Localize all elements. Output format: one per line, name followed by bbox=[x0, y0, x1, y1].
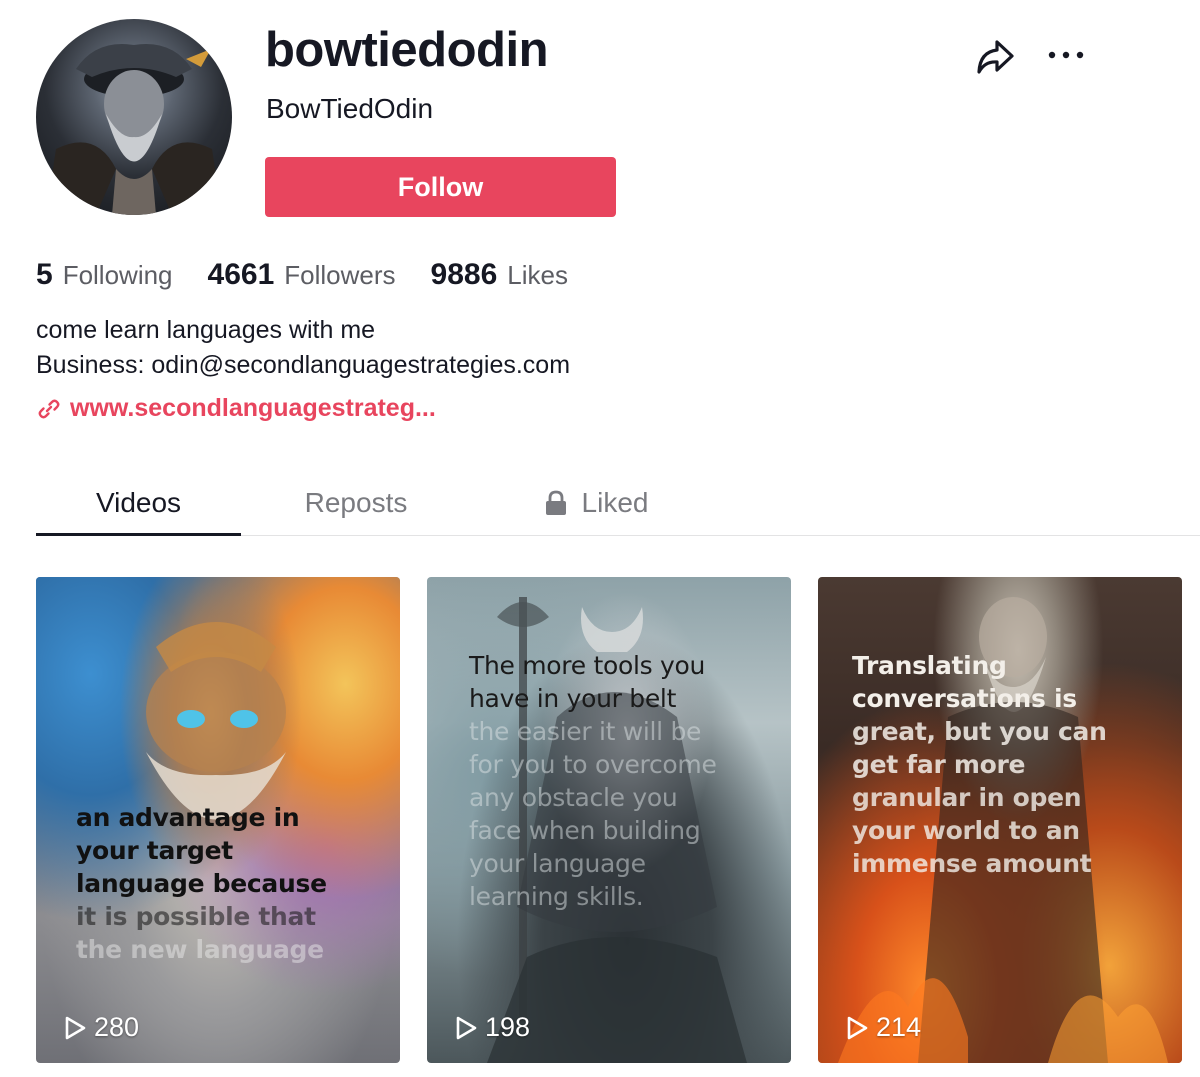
nickname: BowTiedOdin bbox=[266, 93, 434, 124]
stats-row: 5 Following 4661 Followers 9886 Likes bbox=[36, 257, 603, 293]
profile-page: bowtiedodin BowTiedOdin Follow 5 Followi… bbox=[0, 0, 1200, 1077]
caption-line: any obstacle you bbox=[469, 783, 678, 812]
stat-value: 9886 bbox=[430, 258, 498, 291]
stat-following[interactable]: 5 Following bbox=[36, 257, 173, 293]
tab-liked[interactable]: Liked bbox=[506, 470, 686, 536]
more-icon[interactable] bbox=[1046, 45, 1086, 65]
view-count-value: 214 bbox=[876, 1012, 922, 1042]
caption-line: get far more bbox=[852, 750, 1026, 779]
caption-line: the easier it will be bbox=[469, 717, 702, 746]
caption-line: for you to overcome bbox=[469, 750, 717, 779]
avatar[interactable] bbox=[36, 19, 232, 215]
video-card[interactable]: Translating conversations is great, but … bbox=[818, 577, 1182, 1063]
caption-line: have in your belt bbox=[469, 684, 677, 713]
profile-link[interactable]: www.secondlanguagestrateg... bbox=[36, 394, 436, 423]
caption-line: your language bbox=[469, 849, 646, 878]
stat-label: Followers bbox=[284, 260, 396, 290]
follow-button[interactable]: Follow bbox=[265, 157, 616, 217]
tab-videos[interactable]: Videos bbox=[36, 470, 241, 536]
caption-line: language because bbox=[76, 869, 327, 898]
view-count: 198 bbox=[455, 1012, 530, 1043]
stat-label: Following bbox=[62, 260, 173, 290]
link-icon bbox=[38, 399, 60, 418]
lock-icon bbox=[545, 490, 566, 515]
caption-line: your target bbox=[76, 836, 233, 865]
view-count: 280 bbox=[64, 1012, 139, 1043]
caption-line: Translating bbox=[852, 651, 1007, 680]
caption-line: conversations is bbox=[852, 684, 1077, 713]
username: bowtiedodin bbox=[265, 23, 549, 77]
tab-reposts[interactable]: Reposts bbox=[256, 470, 456, 536]
caption-line: great, but you can bbox=[852, 717, 1107, 746]
view-count: 214 bbox=[846, 1012, 921, 1043]
avatar-image bbox=[46, 44, 222, 215]
caption-line: an advantage in bbox=[76, 803, 300, 832]
view-count-value: 198 bbox=[485, 1012, 531, 1042]
caption-line: learning skills. bbox=[469, 882, 644, 911]
play-icon bbox=[65, 1016, 86, 1039]
share-icon[interactable] bbox=[975, 38, 1015, 76]
bio: come learn languages with me Business: o… bbox=[36, 313, 570, 383]
caption-line: the new language bbox=[76, 935, 324, 964]
caption-line: The more tools you bbox=[469, 651, 705, 680]
tab-label: Liked bbox=[581, 487, 649, 518]
video-caption: Translating conversations is great, but … bbox=[852, 649, 1107, 880]
video-caption: an advantage in your target language bec… bbox=[76, 801, 327, 966]
play-icon bbox=[456, 1016, 477, 1039]
content-tabs: Videos Reposts Liked bbox=[36, 470, 1200, 536]
active-tab-indicator bbox=[36, 533, 241, 536]
bio-line: come learn languages with me bbox=[36, 316, 376, 344]
tab-label: Videos bbox=[95, 487, 182, 518]
caption-line: immense amount bbox=[852, 849, 1092, 878]
play-icon bbox=[847, 1016, 868, 1039]
stat-value: 5 bbox=[36, 258, 53, 291]
caption-line: face when building bbox=[469, 816, 701, 845]
stat-label: Likes bbox=[507, 260, 568, 290]
caption-line: granular in open bbox=[852, 783, 1082, 812]
bio-line: Business: odin@secondlanguagestrategies.… bbox=[36, 351, 571, 379]
tab-label: Reposts bbox=[304, 487, 408, 518]
view-count-value: 280 bbox=[94, 1012, 140, 1042]
video-card[interactable]: an advantage in your target language bec… bbox=[36, 577, 400, 1063]
link-text: www.secondlanguagestrateg... bbox=[70, 394, 436, 422]
caption-line: it is possible that bbox=[76, 902, 316, 931]
stat-likes: 9886 Likes bbox=[431, 257, 568, 293]
stat-followers[interactable]: 4661 Followers bbox=[208, 257, 396, 293]
video-caption: The more tools you have in your belt the… bbox=[469, 649, 717, 913]
caption-line: your world to an bbox=[852, 816, 1080, 845]
video-card[interactable]: The more tools you have in your belt the… bbox=[427, 577, 791, 1063]
stat-value: 4661 bbox=[207, 258, 275, 291]
